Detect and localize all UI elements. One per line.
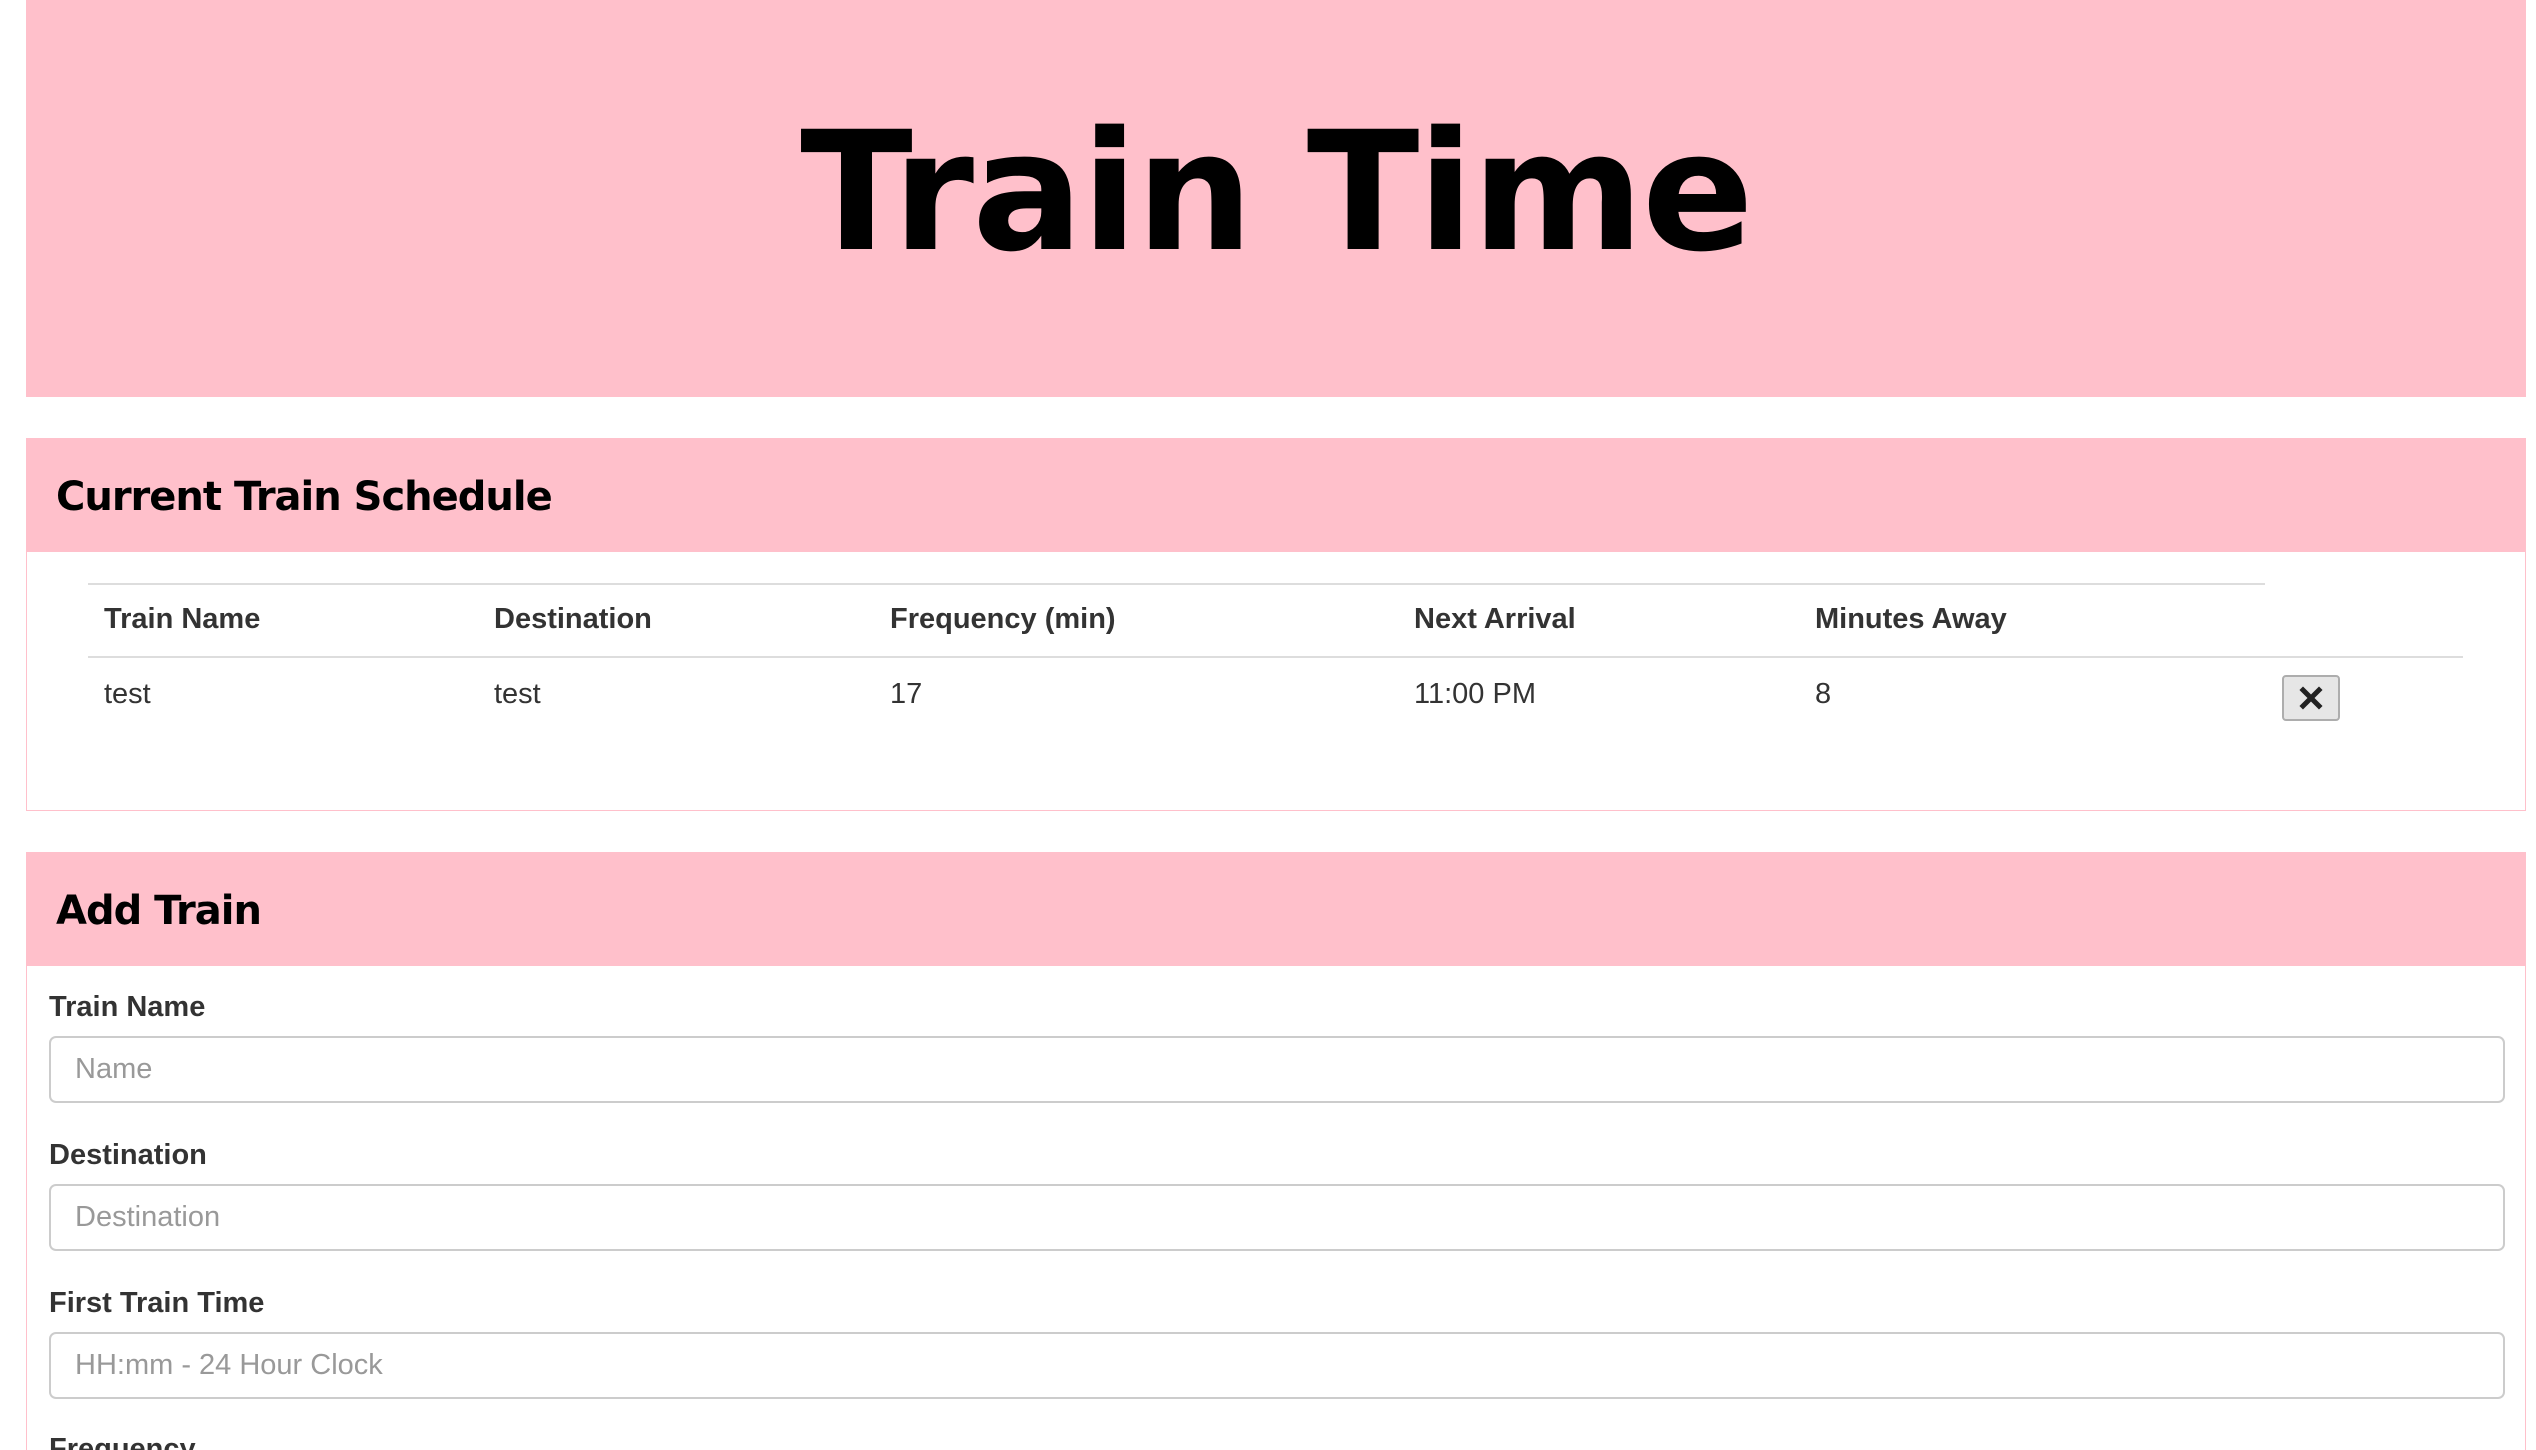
column-header-train-name: Train Name (104, 603, 261, 635)
cell-minutes-away: 8 (1815, 678, 1832, 710)
train-name-input[interactable] (49, 1036, 2505, 1103)
cell-frequency: 17 (890, 678, 923, 710)
destination-label: Destination (49, 1139, 207, 1171)
schedule-panel-heading: Current Train Schedule (27, 439, 2525, 552)
schedule-panel-title: Current Train Schedule (56, 474, 553, 520)
train-name-label: Train Name (49, 991, 206, 1023)
cell-destination: test (494, 678, 541, 710)
cell-next-arrival: 11:00 PM (1414, 678, 1536, 710)
close-x-icon (2299, 686, 2323, 710)
column-header-destination: Destination (494, 603, 652, 635)
column-header-next-arrival: Next Arrival (1414, 603, 1576, 635)
add-train-panel-heading: Add Train (27, 853, 2525, 966)
first-train-time-label: First Train Time (49, 1287, 265, 1319)
destination-input[interactable] (49, 1184, 2505, 1251)
add-train-panel: Add Train Train Name Destination First T… (26, 852, 2526, 1450)
frequency-label: Frequency (49, 1433, 196, 1450)
column-header-minutes-away: Minutes Away (1815, 603, 2007, 635)
page-title: Train Time (800, 96, 1754, 288)
table-top-divider (88, 583, 2265, 585)
delete-train-button[interactable] (2282, 675, 2340, 721)
jumbotron-header: Train Time (26, 0, 2526, 397)
table-header-divider (88, 656, 2463, 658)
first-train-time-input[interactable] (49, 1332, 2505, 1399)
schedule-panel: Current Train Schedule Train Name Destin… (26, 438, 2526, 811)
column-header-frequency: Frequency (min) (890, 603, 1116, 635)
add-train-panel-title: Add Train (56, 888, 262, 934)
cell-train-name: test (104, 678, 151, 710)
